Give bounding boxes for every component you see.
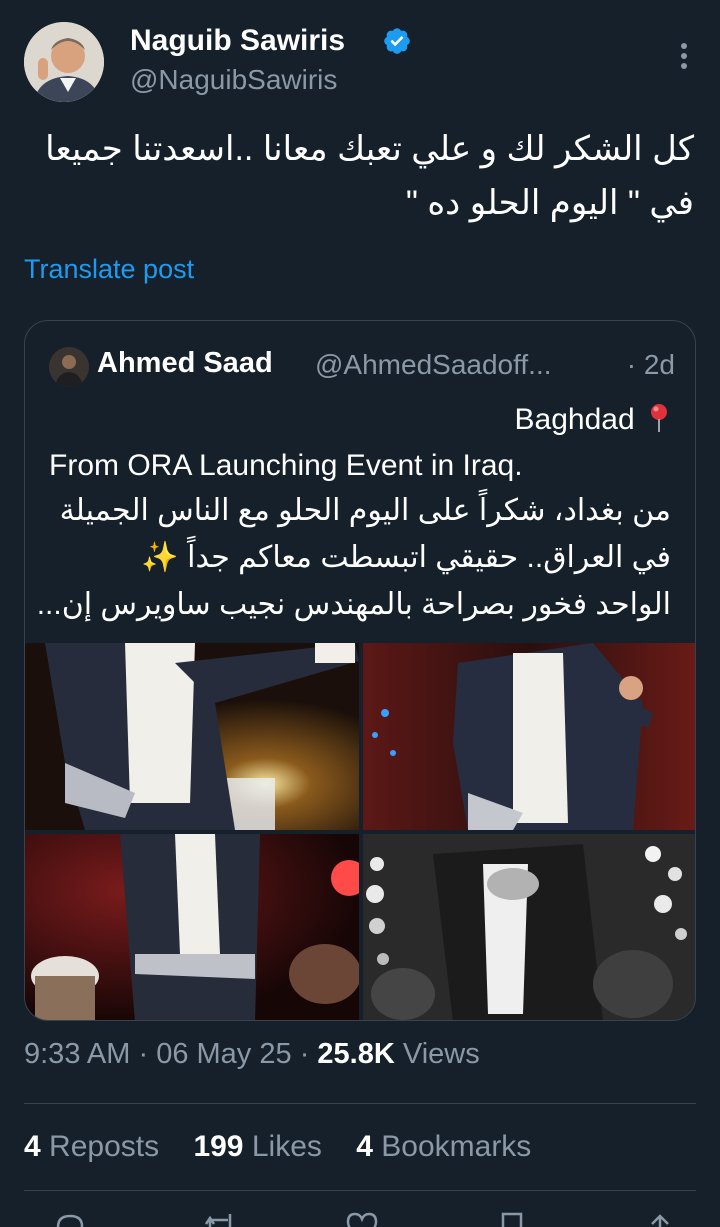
quoted-media-grid [25, 643, 695, 1020]
action-bar [24, 1212, 696, 1227]
author-name[interactable]: Naguib Sawiris [130, 24, 345, 58]
translate-post-link[interactable]: Translate post [24, 254, 194, 285]
media-photo[interactable] [25, 643, 359, 830]
bookmark-icon[interactable] [494, 1212, 530, 1227]
quoted-post-age: 2d [643, 349, 675, 380]
meta-separator: · [299, 1038, 310, 1070]
reposts-label: Reposts [49, 1130, 160, 1163]
time-separator: · [626, 349, 637, 380]
repost-icon[interactable] [202, 1212, 238, 1227]
likes-label: Likes [251, 1130, 322, 1163]
reposts-stat[interactable]: 4 Reposts [24, 1130, 167, 1163]
bookmarks-count: 4 [356, 1130, 373, 1163]
quoted-text-segment: في العراق.. حقيقي اتبسطت معاكم جداً [187, 541, 671, 574]
bookmarks-stat[interactable]: 4 Bookmarks [356, 1130, 531, 1163]
quoted-author-handle: @AhmedSaadoff... [315, 349, 552, 380]
media-photo[interactable] [363, 643, 695, 830]
quoted-post-card[interactable]: Ahmed Saad @AhmedSaadoff... · 2d Baghdad… [24, 320, 696, 1021]
post-time: 9:33 AM [24, 1038, 131, 1070]
quoted-post-time: · 2d [627, 349, 675, 381]
quoted-author-avatar [49, 347, 89, 387]
tweet-header: Naguib Sawiris @NaguibSawiris [24, 22, 696, 106]
reposts-count: 4 [24, 1130, 41, 1163]
media-photo[interactable] [363, 834, 695, 1020]
quoted-text-line: في العراق.. حقيقي اتبسطت معاكم جداً ✨ [31, 540, 671, 575]
engagement-stats: 4 Reposts 199 Likes 4 Bookmarks [24, 1130, 557, 1164]
quoted-text-line: Baghdad [515, 403, 671, 437]
quoted-post-header: Ahmed Saad @AhmedSaadoff... · 2d [49, 345, 675, 389]
reply-icon[interactable] [52, 1212, 88, 1227]
quoted-text-line: من بغداد، شكراً على اليوم الحلو مع الناس… [59, 494, 671, 527]
quoted-text-line: From ORA Launching Event in Iraq. [49, 449, 523, 482]
verified-badge-icon [384, 28, 410, 54]
sparkles-icon: ✨ [141, 541, 179, 574]
bookmarks-label: Bookmarks [381, 1130, 532, 1163]
views-count[interactable]: 25.8K [317, 1038, 394, 1070]
likes-count: 199 [193, 1130, 244, 1163]
post-date: 06 May 25 [156, 1038, 292, 1070]
quoted-text-location: Baghdad [514, 403, 635, 436]
divider [24, 1103, 696, 1104]
more-options-icon[interactable] [672, 38, 696, 74]
share-icon[interactable] [642, 1212, 678, 1227]
quoted-author-name: Ahmed Saad [97, 347, 273, 379]
views-label[interactable]: Views [403, 1038, 480, 1070]
post-text-line: في " اليوم الحلو ده " [405, 184, 694, 222]
media-photo[interactable] [25, 834, 359, 1020]
round-pushpin-icon [651, 404, 667, 432]
author-handle[interactable]: @NaguibSawiris [130, 64, 337, 96]
tweet-detail-screen: Naguib Sawiris @NaguibSawiris كل الشكر ل… [0, 0, 720, 1227]
author-avatar[interactable] [24, 22, 104, 102]
like-icon[interactable] [344, 1212, 380, 1227]
likes-stat[interactable]: 199 Likes [193, 1130, 330, 1163]
meta-separator: · [138, 1038, 149, 1070]
post-timestamp-views: 9:33 AM · 06 May 25 · 25.8K Views [24, 1038, 480, 1071]
quoted-text-line: الواحد فخور بصراحة بالمهندس نجيب ساويرس … [36, 588, 671, 621]
post-text-line: كل الشكر لك و علي تعبك معانا ..اسعدتنا ج… [45, 130, 694, 168]
divider [24, 1190, 696, 1191]
post-text: كل الشكر لك و علي تعبك معانا ..اسعدتنا ج… [24, 122, 694, 230]
